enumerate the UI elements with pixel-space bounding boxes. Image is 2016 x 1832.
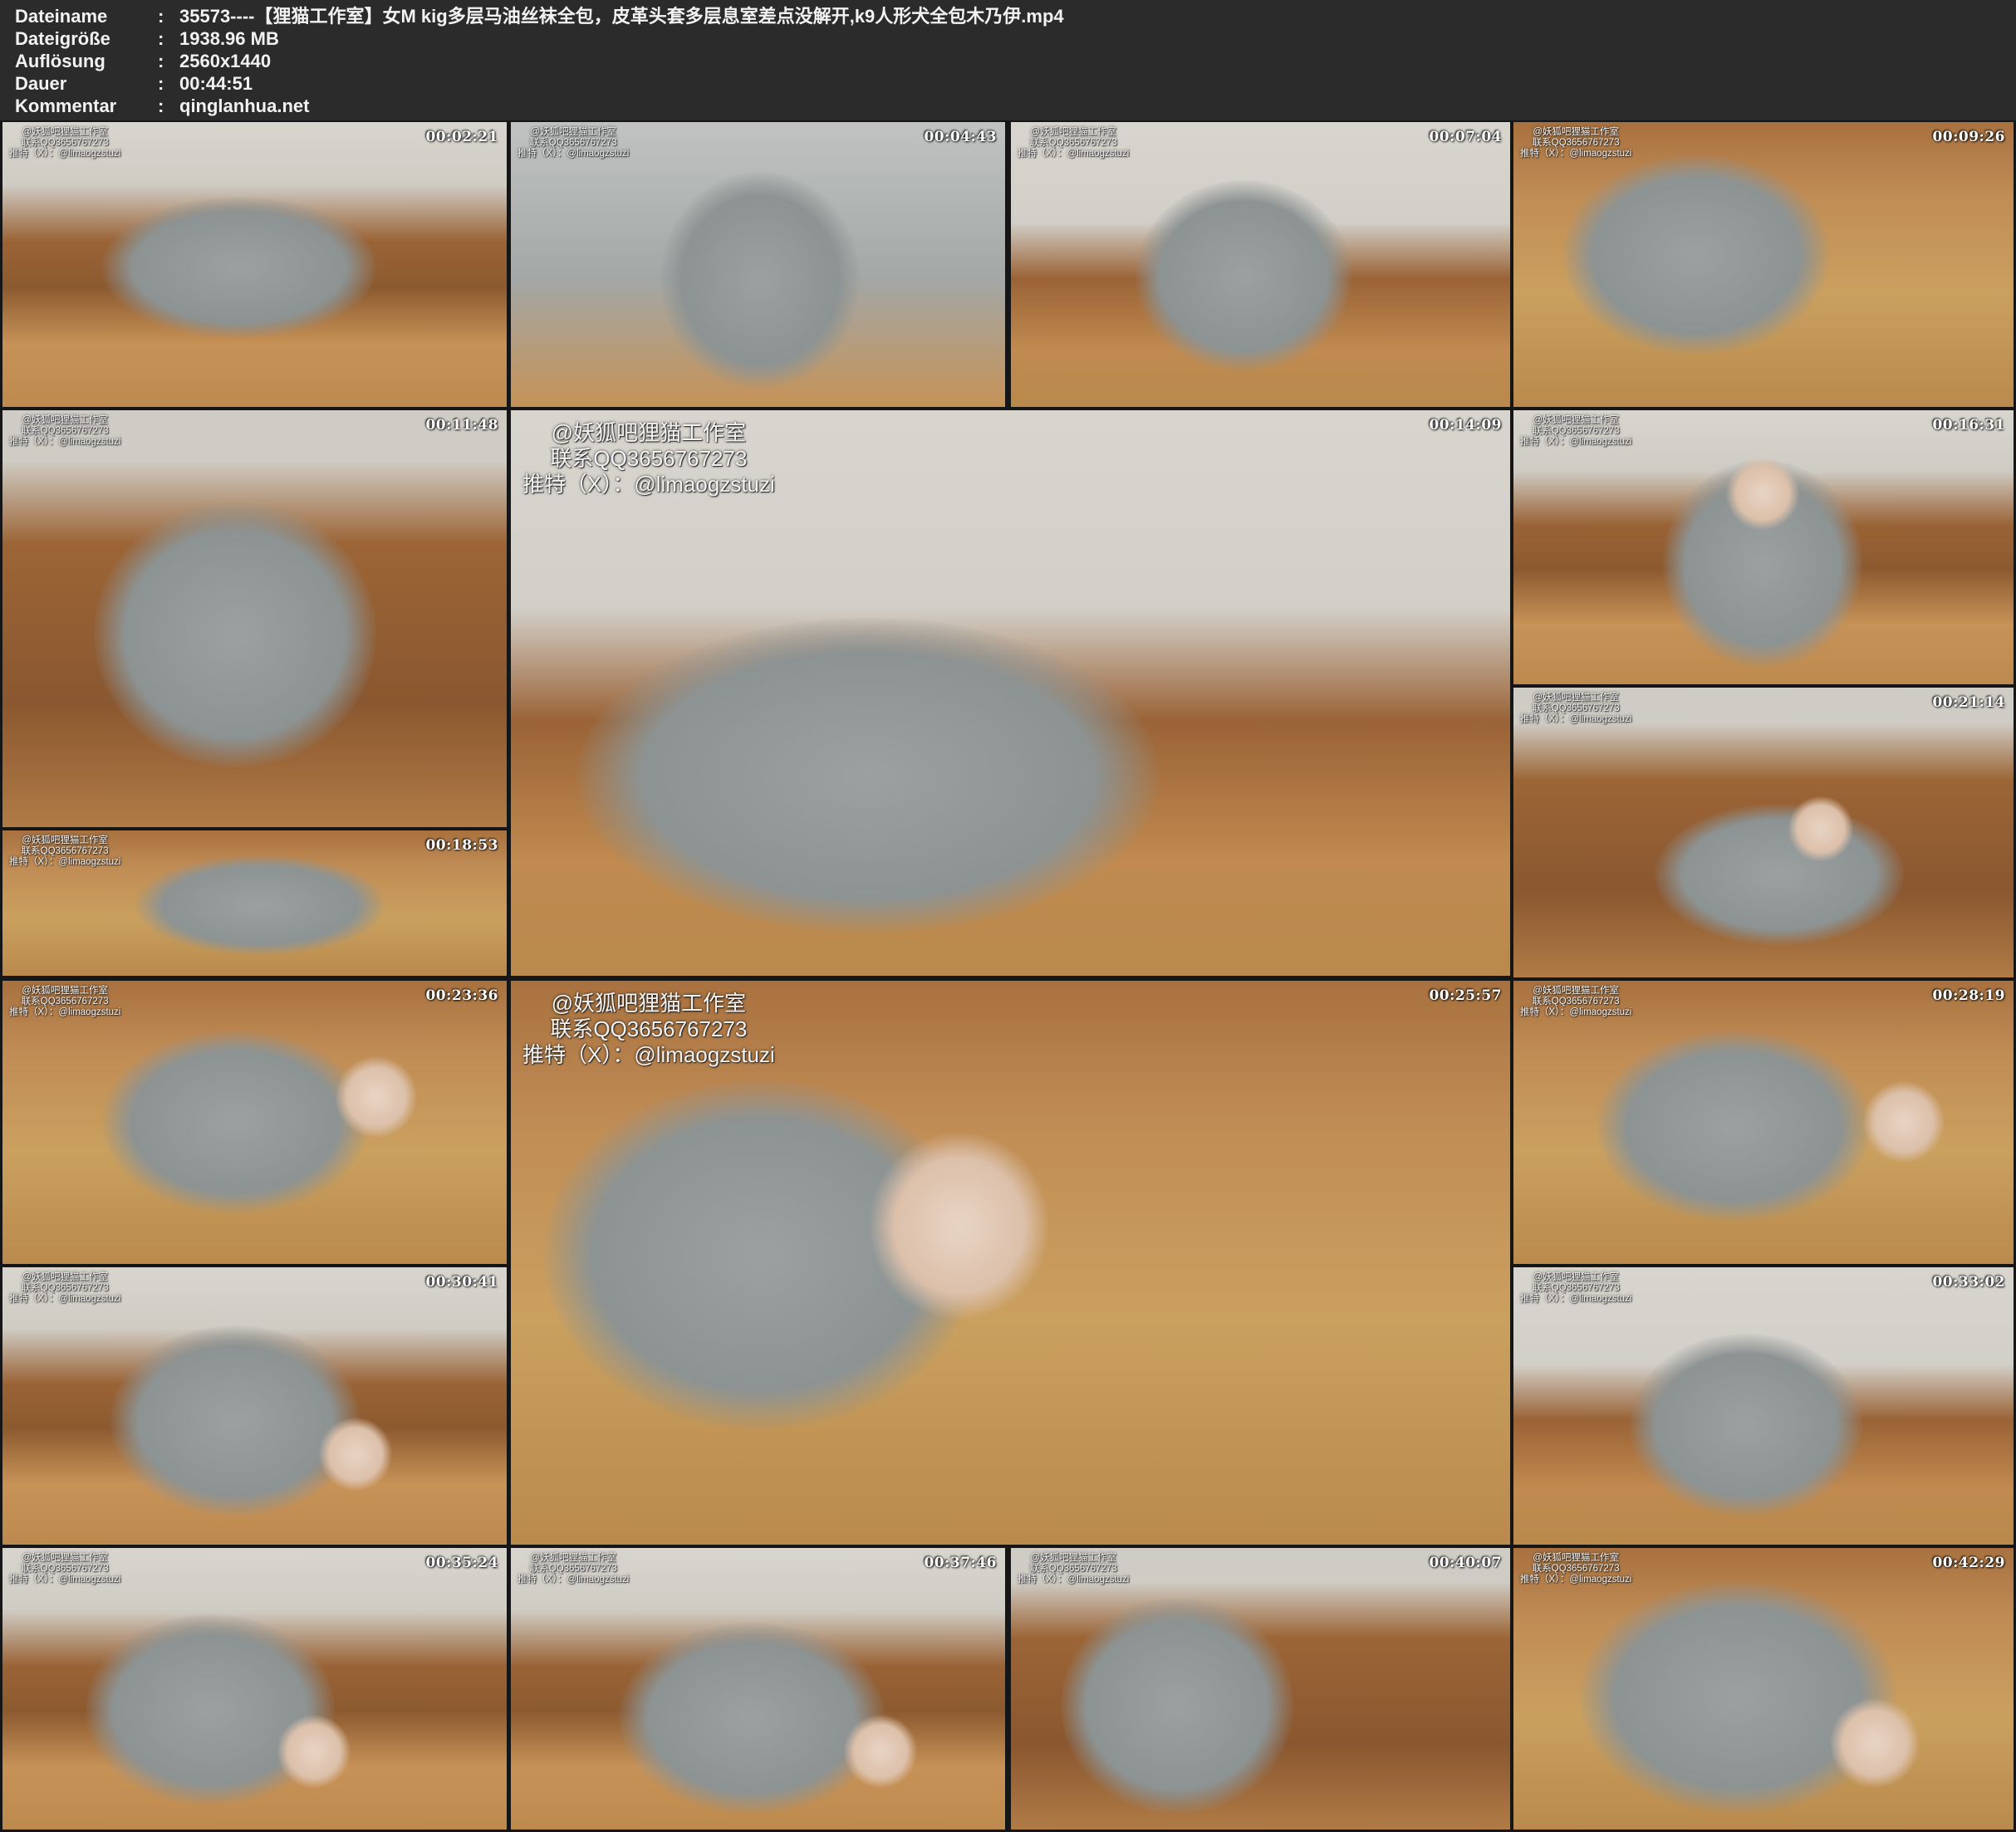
studio-watermark: @妖狐吧狸猫工作室联系QQ3656767273推特（X）：@limaogzstu… [9, 127, 120, 159]
field-separator: : [158, 72, 179, 95]
timestamp-badge: 00:16:31 [1932, 417, 2005, 434]
studio-watermark: @妖狐吧狸猫工作室联系QQ3656767273推特（X）：@limaogzstu… [1520, 415, 1631, 448]
video-thumbnail: @妖狐吧狸猫工作室联系QQ3656767273推特（X）：@limaogzstu… [1513, 981, 2014, 1264]
video-thumbnail-large: @妖狐吧狸猫工作室联系QQ3656767273推特（X）：@limaogzstu… [511, 981, 1510, 1545]
field-label: Auflösung [15, 50, 158, 72]
figure-placeholder [1655, 804, 1904, 945]
video-thumbnail: @妖狐吧狸猫工作室联系QQ3656767273推特（X）：@limaogzstu… [2, 122, 507, 407]
field-separator: : [158, 27, 179, 50]
video-thumbnail: @妖狐吧狸猫工作室联系QQ3656767273推特（X）：@limaogzstu… [511, 122, 1005, 407]
figure-placeholder [102, 1031, 368, 1213]
video-thumbnail: @妖狐吧狸猫工作室联系QQ3656767273推特（X）：@limaogzstu… [2, 1267, 507, 1545]
figure-placeholder [1061, 1598, 1293, 1814]
studio-watermark: @妖狐吧狸猫工作室联系QQ3656767273推特（X）：@limaogzstu… [1520, 1553, 1631, 1585]
doll-face-placeholder [277, 1714, 351, 1789]
video-thumbnail: @妖狐吧狸猫工作室联系QQ3656767273推特（X）：@limaogzstu… [2, 410, 507, 827]
file-info-row: Auflösung : 2560x1440 [15, 50, 2016, 72]
figure-placeholder [94, 502, 376, 767]
timestamp-badge: 00:42:29 [1932, 1555, 2005, 1571]
timestamp-badge: 00:14:09 [1429, 417, 1502, 434]
timestamp-badge: 00:30:41 [425, 1274, 498, 1291]
figure-placeholder [619, 1623, 885, 1814]
timestamp-badge: 00:35:24 [425, 1555, 498, 1571]
video-thumbnail: @妖狐吧狸猫工作室联系QQ3656767273推特（X）：@limaogzstu… [2, 981, 507, 1264]
video-thumbnail: @妖狐吧狸猫工作室联系QQ3656767273推特（X）：@limaogzstu… [1513, 122, 2014, 407]
duration-value: 00:44:51 [179, 72, 2016, 95]
field-separator: : [158, 5, 179, 27]
figure-placeholder [1136, 180, 1351, 371]
doll-face-placeholder [1862, 1080, 1945, 1163]
video-thumbnail: @妖狐吧狸猫工作室联系QQ3656767273推特（X）：@limaogzstu… [1011, 122, 1510, 407]
studio-watermark: @妖狐吧狸猫工作室联系QQ3656767273推特（X）：@limaogzstu… [9, 415, 120, 448]
file-info-row: Dateiname : 35573----【狸猫工作室】女M kig多层马油丝袜… [15, 5, 2016, 27]
timestamp-badge: 00:37:46 [924, 1555, 997, 1571]
field-separator: : [158, 95, 179, 117]
field-label: Kommentar [15, 95, 158, 117]
field-label: Dauer [15, 72, 158, 95]
doll-face-placeholder [1788, 796, 1854, 862]
figure-placeholder [1630, 1334, 1862, 1516]
video-thumbnail: @妖狐吧狸猫工作室联系QQ3656767273推特（X）：@limaogzstu… [1011, 1548, 1510, 1830]
timestamp-badge: 00:28:19 [1932, 987, 2005, 1004]
timestamp-badge: 00:04:43 [924, 129, 997, 145]
file-info-row: Dateigröße : 1938.96 MB [15, 27, 2016, 50]
figure-placeholder [102, 197, 376, 338]
video-thumbnail: @妖狐吧狸猫工作室联系QQ3656767273推特（X）：@limaogzstu… [511, 1548, 1005, 1830]
video-thumbnail: @妖狐吧狸猫工作室联系QQ3656767273推特（X）：@limaogzstu… [2, 830, 507, 976]
studio-watermark: @妖狐吧狸猫工作室联系QQ3656767273推特（X）：@limaogzstu… [1520, 693, 1631, 725]
figure-placeholder [135, 855, 385, 955]
filename-value: 35573----【狸猫工作室】女M kig多层马油丝袜全包，皮革头套多层息室差… [179, 5, 2016, 27]
timestamp-badge: 00:11:48 [425, 417, 498, 434]
studio-watermark: @妖狐吧狸猫工作室联系QQ3656767273推特（X）：@limaogzstu… [1520, 986, 1631, 1018]
doll-face-placeholder [868, 1130, 1051, 1321]
file-info-row: Dauer : 00:44:51 [15, 72, 2016, 95]
comment-value: qinglanhua.net [179, 95, 2016, 117]
figure-placeholder [577, 618, 1159, 933]
doll-face-placeholder [1725, 456, 1800, 531]
studio-watermark: @妖狐吧狸猫工作室联系QQ3656767273推特（X）：@limaogzstu… [517, 127, 629, 159]
studio-watermark: @妖狐吧狸猫工作室联系QQ3656767273推特（X）：@limaogzstu… [9, 986, 120, 1018]
video-thumbnail: @妖狐吧狸猫工作室联系QQ3656767273推特（X）：@limaogzstu… [1513, 688, 2014, 977]
studio-watermark: @妖狐吧狸猫工作室联系QQ3656767273推特（X）：@limaogzstu… [1018, 1553, 1129, 1585]
studio-watermark: @妖狐吧狸猫工作室联系QQ3656767273推特（X）：@limaogzstu… [517, 1553, 629, 1585]
timestamp-badge: 00:40:07 [1429, 1555, 1502, 1571]
video-thumbnail: @妖狐吧狸猫工作室联系QQ3656767273推特（X）：@limaogzstu… [1513, 1548, 2014, 1830]
studio-watermark: @妖狐吧狸猫工作室联系QQ3656767273推特（X）：@limaogzstu… [522, 420, 775, 497]
figure-placeholder [660, 172, 860, 388]
figure-placeholder [1597, 1031, 1871, 1222]
timestamp-badge: 00:21:14 [1932, 694, 2005, 711]
studio-watermark: @妖狐吧狸猫工作室联系QQ3656767273推特（X）：@limaogzstu… [9, 835, 120, 868]
field-label: Dateiname [15, 5, 158, 27]
video-thumbnail: @妖狐吧狸猫工作室联系QQ3656767273推特（X）：@limaogzstu… [1513, 410, 2014, 684]
timestamp-badge: 00:33:02 [1932, 1274, 2005, 1291]
timestamp-badge: 00:25:57 [1429, 987, 1502, 1004]
studio-watermark: @妖狐吧狸猫工作室联系QQ3656767273推特（X）：@limaogzstu… [1520, 1272, 1631, 1305]
studio-watermark: @妖狐吧狸猫工作室联系QQ3656767273推特（X）：@limaogzstu… [522, 991, 775, 1068]
file-info-header: Dateiname : 35573----【狸猫工作室】女M kig多层马油丝袜… [0, 0, 2016, 120]
figure-placeholder [1563, 155, 1829, 355]
figure-placeholder [110, 1325, 360, 1516]
video-thumbnail: @妖狐吧狸猫工作室联系QQ3656767273推特（X）：@limaogzstu… [1513, 1267, 2014, 1545]
timestamp-badge: 00:07:04 [1429, 129, 1502, 145]
timestamp-badge: 00:18:53 [425, 837, 498, 854]
timestamp-badge: 00:23:36 [425, 987, 498, 1004]
resolution-value: 2560x1440 [179, 50, 2016, 72]
doll-face-placeholder [335, 1056, 418, 1139]
studio-watermark: @妖狐吧狸猫工作室联系QQ3656767273推特（X）：@limaogzstu… [9, 1272, 120, 1305]
studio-watermark: @妖狐吧狸猫工作室联系QQ3656767273推特（X）：@limaogzstu… [9, 1553, 120, 1585]
doll-face-placeholder [843, 1714, 918, 1789]
doll-face-placeholder [318, 1417, 393, 1492]
timestamp-badge: 00:09:26 [1932, 129, 2005, 145]
doll-face-placeholder [1829, 1697, 1920, 1789]
video-thumbnail: @妖狐吧狸猫工作室联系QQ3656767273推特（X）：@limaogzstu… [2, 1548, 507, 1830]
timestamp-badge: 00:02:21 [425, 129, 498, 145]
file-info-row: Kommentar : qinglanhua.net [15, 95, 2016, 117]
filesize-value: 1938.96 MB [179, 27, 2016, 50]
field-label: Dateigröße [15, 27, 158, 50]
video-thumbnail-large: @妖狐吧狸猫工作室联系QQ3656767273推特（X）：@limaogzstu… [511, 410, 1510, 976]
field-separator: : [158, 50, 179, 72]
studio-watermark: @妖狐吧狸猫工作室联系QQ3656767273推特（X）：@limaogzstu… [1520, 127, 1631, 159]
studio-watermark: @妖狐吧狸猫工作室联系QQ3656767273推特（X）：@limaogzstu… [1018, 127, 1129, 159]
